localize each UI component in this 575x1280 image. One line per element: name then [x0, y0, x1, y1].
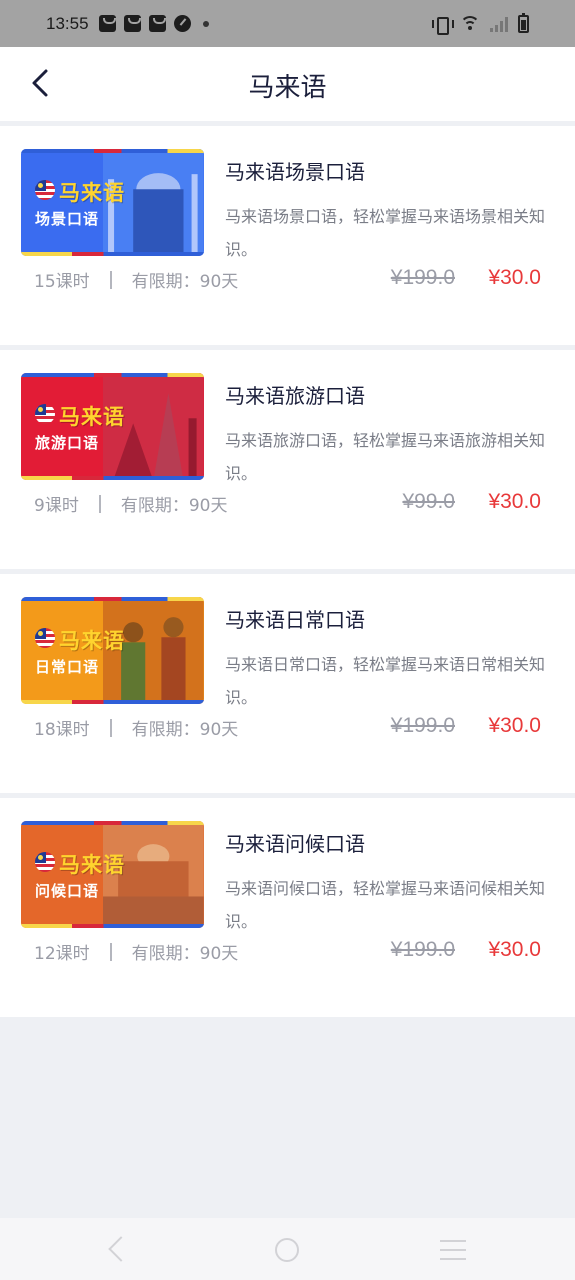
divider [109, 270, 112, 289]
lesson-count: 18课时 [34, 720, 90, 740]
malaysia-flag-icon [35, 628, 55, 648]
divider [109, 718, 112, 737]
course-meta: 15课时 有限期：90天 [34, 267, 238, 292]
validity-period: 有限期：90天 [120, 496, 228, 516]
thumbnail-language: 马来语 [59, 181, 125, 205]
lesson-count: 15课时 [34, 272, 90, 292]
status-bar: 13:55 [0, 0, 575, 47]
shopping-bag-icon [148, 15, 166, 32]
thumbnail-subtitle: 场景口语 [35, 210, 100, 228]
course-meta: 9课时 有限期：90天 [34, 491, 227, 516]
nav-menu-icon[interactable] [440, 1240, 466, 1260]
notification-icons [98, 15, 209, 32]
course-card[interactable]: 马来语 场景口语 马来语场景口语 马来语场景口语，轻松掌握马来语场景相关知识。 … [0, 126, 575, 345]
validity-period: 有限期：90天 [131, 720, 239, 740]
original-price: ¥199.0 [390, 714, 455, 737]
current-price: ¥30.0 [488, 714, 541, 737]
course-thumbnail: 马来语 旅游口语 [21, 373, 204, 480]
course-meta: 12课时 有限期：90天 [34, 939, 238, 964]
course-description: 马来语日常口语，轻松掌握马来语日常相关知识。 [225, 655, 546, 707]
course-description: 马来语问候口语，轻松掌握马来语问候相关知识。 [225, 879, 546, 931]
thumbnail-subtitle: 日常口语 [35, 658, 100, 676]
thumbnail-language: 马来语 [59, 629, 125, 653]
course-title[interactable]: 马来语问候口语 [225, 828, 365, 857]
thumbnail-language: 马来语 [59, 853, 125, 877]
thumbnail-subtitle: 问候口语 [35, 882, 100, 900]
vibrate-icon [432, 16, 454, 35]
battery-icon [518, 12, 529, 33]
course-description: 马来语旅游口语，轻松掌握马来语旅游相关知识。 [225, 431, 546, 483]
course-title[interactable]: 马来语场景口语 [225, 156, 365, 185]
course-card[interactable]: 马来语 日常口语 马来语日常口语 马来语日常口语，轻松掌握马来语日常相关知识。 … [0, 574, 575, 793]
course-title[interactable]: 马来语旅游口语 [225, 380, 365, 409]
validity-period: 有限期：90天 [131, 272, 239, 292]
course-meta: 18课时 有限期：90天 [34, 715, 238, 740]
dot-icon [202, 20, 209, 27]
original-price: ¥199.0 [390, 938, 455, 961]
current-price: ¥30.0 [488, 938, 541, 961]
validity-period: 有限期：90天 [131, 944, 239, 964]
system-nav-bar [0, 1218, 575, 1280]
wifi-icon [460, 15, 480, 32]
thumbnail-subtitle: 旅游口语 [35, 434, 100, 452]
course-thumbnail: 马来语 日常口语 [21, 597, 204, 704]
shopping-bag-icon [123, 15, 141, 32]
lesson-count: 12课时 [34, 944, 90, 964]
app-header: 马来语 [0, 47, 575, 121]
signal-icon [490, 16, 508, 32]
divider [98, 494, 101, 513]
malaysia-flag-icon [35, 180, 55, 200]
original-price: ¥199.0 [390, 266, 455, 289]
thumbnail-language: 马来语 [59, 405, 125, 429]
system-icons [432, 12, 529, 35]
course-card[interactable]: 马来语 问候口语 马来语问候口语 马来语问候口语，轻松掌握马来语问候相关知识。 … [0, 798, 575, 1017]
course-thumbnail: 马来语 问候口语 [21, 821, 204, 928]
malaysia-flag-icon [35, 404, 55, 424]
shopping-bag-icon [98, 15, 116, 32]
page-title: 马来语 [248, 73, 327, 103]
divider [109, 942, 112, 961]
current-price: ¥30.0 [488, 266, 541, 289]
nav-back-icon[interactable] [108, 1236, 134, 1262]
lesson-count: 9课时 [34, 496, 79, 516]
course-description: 马来语场景口语，轻松掌握马来语场景相关知识。 [225, 207, 546, 259]
status-time: 13:55 [46, 13, 89, 33]
current-price: ¥30.0 [488, 490, 541, 513]
course-thumbnail: 马来语 场景口语 [21, 149, 204, 256]
course-card[interactable]: 马来语 旅游口语 马来语旅游口语 马来语旅游口语，轻松掌握马来语旅游相关知识。 … [0, 350, 575, 569]
nav-home-icon[interactable] [275, 1238, 299, 1262]
original-price: ¥99.0 [402, 490, 455, 513]
course-title[interactable]: 马来语日常口语 [225, 604, 365, 633]
gauge-icon [173, 15, 191, 32]
malaysia-flag-icon [35, 852, 55, 872]
